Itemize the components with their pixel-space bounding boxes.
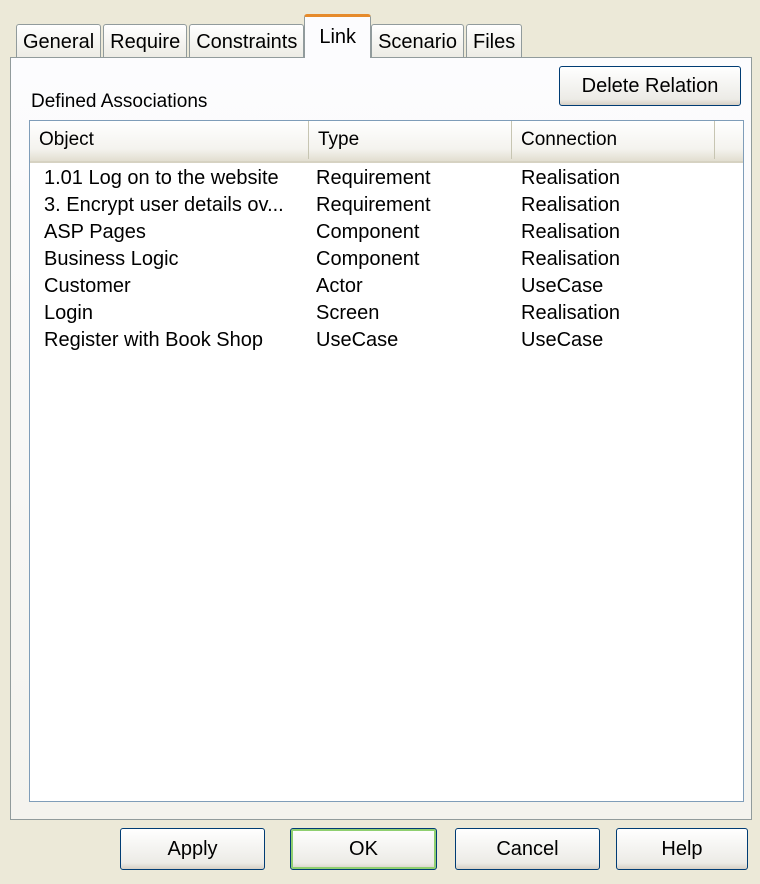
list-row[interactable]: Customer Actor UseCase <box>30 273 743 300</box>
list-body: 1.01 Log on to the website Requirement R… <box>30 163 743 801</box>
cell-type: Component <box>316 221 420 243</box>
delete-relation-button[interactable]: Delete Relation <box>559 66 741 106</box>
list-row[interactable]: Login Screen Realisation <box>30 300 743 327</box>
cell-object: Register with Book Shop <box>44 329 264 351</box>
properties-dialog: General Require Constraints Link Scenari… <box>0 0 760 884</box>
cell-type: Requirement <box>316 167 431 189</box>
cell-connection: Realisation <box>521 221 620 243</box>
apply-button[interactable]: Apply <box>120 828 265 870</box>
column-header-connection[interactable]: Connection <box>512 121 715 159</box>
link-tab-page: Defined Associations Delete Relation Obj… <box>10 57 752 820</box>
cell-type: Screen <box>316 302 380 324</box>
tab-scenario[interactable]: Scenario <box>371 24 464 58</box>
tab-strip: General Require Constraints Link Scenari… <box>16 14 524 58</box>
tab-link[interactable]: Link <box>304 14 372 58</box>
cell-connection: UseCase <box>521 275 604 297</box>
list-header: Object Type Connection <box>30 121 743 163</box>
cell-connection: UseCase <box>521 329 604 351</box>
ok-button[interactable]: OK <box>290 828 437 870</box>
cell-type: Component <box>316 248 420 270</box>
list-row[interactable]: Register with Book Shop UseCase UseCase <box>30 327 743 354</box>
cell-object: Business Logic <box>44 248 179 270</box>
cancel-button[interactable]: Cancel <box>455 828 600 870</box>
cell-connection: Realisation <box>521 194 620 216</box>
associations-list[interactable]: Object Type Connection 1.01 Log on to th… <box>29 120 744 802</box>
cell-connection: Realisation <box>521 167 620 189</box>
list-row[interactable]: 1.01 Log on to the website Requirement R… <box>30 165 743 192</box>
list-row[interactable]: ASP Pages Component Realisation <box>30 219 743 246</box>
cell-type: UseCase <box>316 329 399 351</box>
cell-connection: Realisation <box>521 248 620 270</box>
tab-general[interactable]: General <box>16 24 102 58</box>
list-row[interactable]: 3. Encrypt user details ov... Requiremen… <box>30 192 743 219</box>
column-header-type[interactable]: Type <box>309 121 512 159</box>
cell-connection: Realisation <box>521 302 620 324</box>
cell-object: 1.01 Log on to the website <box>44 167 279 189</box>
column-header-object[interactable]: Object <box>30 121 309 159</box>
defined-associations-label: Defined Associations <box>31 91 208 112</box>
cell-object: ASP Pages <box>44 221 146 243</box>
cell-object: Login <box>44 302 93 324</box>
cell-object: 3. Encrypt user details ov... <box>44 194 284 216</box>
column-header-filler <box>715 121 743 159</box>
tab-require[interactable]: Require <box>103 24 188 58</box>
tab-constraints[interactable]: Constraints <box>189 24 305 58</box>
tab-files[interactable]: Files <box>466 24 523 58</box>
cell-type: Actor <box>316 275 363 297</box>
list-row[interactable]: Business Logic Component Realisation <box>30 246 743 273</box>
cell-object: Customer <box>44 275 131 297</box>
cell-type: Requirement <box>316 194 431 216</box>
help-button[interactable]: Help <box>616 828 748 870</box>
